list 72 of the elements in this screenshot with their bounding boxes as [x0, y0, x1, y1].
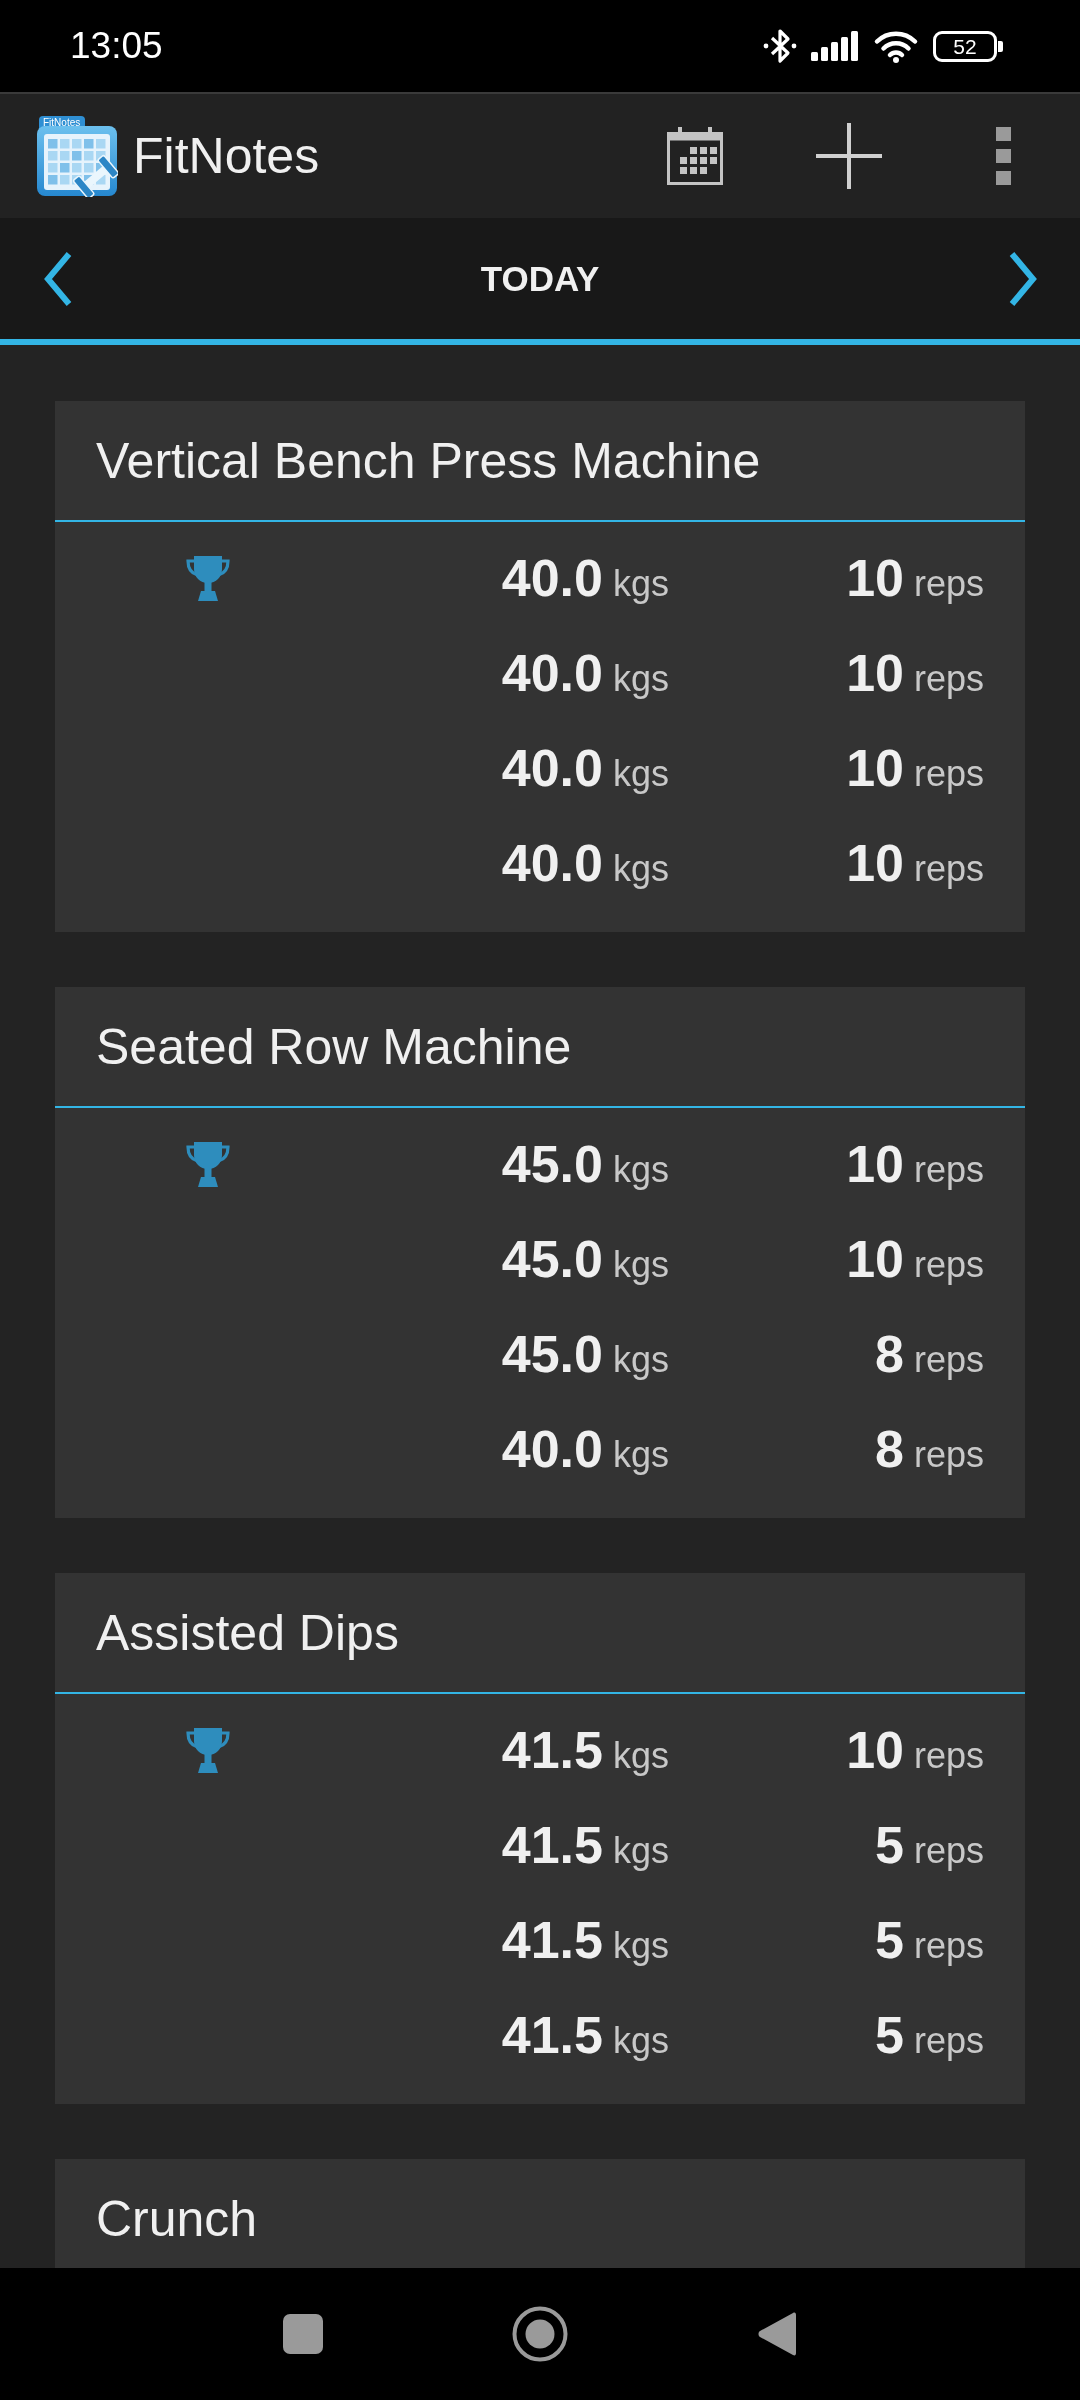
weight-value: 40.0 — [501, 551, 603, 604]
weight-value: 40.0 — [501, 836, 603, 889]
wifi-icon — [873, 29, 919, 63]
exercise-card[interactable]: Crunch — [55, 2159, 1025, 2268]
reps-unit: reps — [913, 1927, 984, 1964]
date-label: TODAY — [480, 258, 600, 299]
reps-unit: reps — [913, 1832, 984, 1869]
weight-unit: kgs — [612, 1341, 669, 1378]
reps-unit: reps — [913, 1436, 984, 1473]
weight-unit: kgs — [612, 660, 669, 697]
reps-unit: reps — [913, 1341, 984, 1378]
weight-value: 41.5 — [501, 1818, 603, 1871]
weight-value: 41.5 — [501, 1723, 603, 1776]
more-icon — [995, 127, 1011, 185]
weight-unit: kgs — [612, 565, 669, 602]
reps-value: 5 — [875, 1818, 904, 1871]
calendar-dumbbell-icon — [36, 115, 118, 197]
weight-unit: kgs — [612, 2022, 669, 2059]
logo-label: FitNotes — [43, 118, 81, 128]
exercise-card[interactable]: Vertical Bench Press Machine 40.0 kgs 10 reps 40.0 kgs 10 reps 40.0 kgs 10 reps 40.0 kgs 10 reps — [55, 401, 1025, 932]
weight-unit: kgs — [612, 1927, 669, 1964]
weight-unit: kgs — [612, 850, 669, 887]
reps-unit: reps — [913, 1151, 984, 1188]
reps-unit: reps — [913, 850, 984, 887]
reps-value: 10 — [846, 1137, 904, 1190]
exercise-title: Assisted Dips — [96, 1603, 399, 1662]
exercise-card[interactable]: Seated Row Machine 45.0 kgs 10 reps 45.0 kgs 10 reps 45.0 kgs 8 reps 40.0 kgs 8 reps — [55, 987, 1025, 1518]
reps-value: 8 — [875, 1422, 904, 1475]
weight-unit: kgs — [612, 1737, 669, 1774]
home-circle-icon — [512, 2306, 568, 2362]
reps-value: 8 — [875, 1327, 904, 1380]
square-icon — [283, 2314, 323, 2354]
weight-unit: kgs — [612, 1151, 669, 1188]
app-title: FitNotes — [133, 127, 320, 185]
reps-unit: reps — [913, 660, 984, 697]
exercise-title: Vertical Bench Press Machine — [96, 431, 761, 490]
reps-value: 5 — [875, 2008, 904, 2061]
weight-value: 45.0 — [501, 1137, 603, 1190]
plus-icon — [816, 123, 882, 189]
reps-value: 10 — [846, 1723, 904, 1776]
exercise-card[interactable]: Assisted Dips 41.5 kgs 10 reps 41.5 kgs 5 reps 41.5 kgs 5 reps 41.5 kgs 5 reps — [55, 1573, 1025, 2104]
reps-value: 10 — [846, 836, 904, 889]
weight-value: 40.0 — [501, 741, 603, 794]
back-triangle-icon — [757, 2311, 797, 2357]
reps-value: 10 — [846, 551, 904, 604]
weight-unit: kgs — [612, 1832, 669, 1869]
reps-unit: reps — [913, 565, 984, 602]
reps-value: 10 — [846, 646, 904, 699]
weight-value: 45.0 — [501, 1232, 603, 1285]
weight-unit: kgs — [612, 1436, 669, 1473]
weight-unit: kgs — [612, 1246, 669, 1283]
status-time: 13:05 — [70, 25, 163, 67]
weight-value: 45.0 — [501, 1327, 603, 1380]
weight-value: 41.5 — [501, 1913, 603, 1966]
reps-value: 10 — [846, 741, 904, 794]
exercise-title: Seated Row Machine — [96, 1017, 572, 1076]
reps-unit: reps — [913, 2022, 984, 2059]
reps-unit: reps — [913, 755, 984, 792]
reps-unit: reps — [913, 1737, 984, 1774]
reps-value: 5 — [875, 1913, 904, 1966]
bluetooth-icon — [763, 28, 797, 64]
chevron-left-icon — [42, 250, 74, 307]
reps-unit: reps — [913, 1246, 984, 1283]
battery-indicator: 52 — [933, 30, 1003, 62]
reps-value: 10 — [846, 1232, 904, 1285]
signal-icon — [811, 31, 859, 61]
weight-value: 40.0 — [501, 1422, 603, 1475]
exercise-title: Crunch — [96, 2189, 258, 2248]
weight-value: 40.0 — [501, 646, 603, 699]
weight-value: 41.5 — [501, 2008, 603, 2061]
calendar-icon — [666, 126, 724, 186]
weight-unit: kgs — [612, 755, 669, 792]
